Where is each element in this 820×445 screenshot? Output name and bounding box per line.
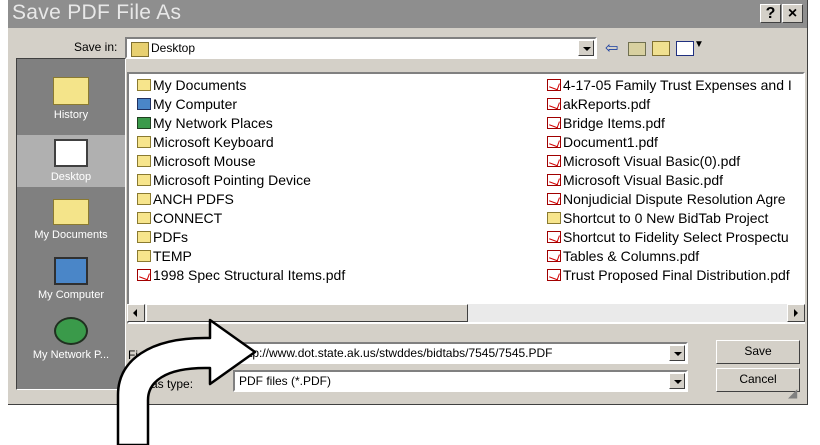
curved-arrow-icon xyxy=(116,318,257,445)
annotation-arrow-overlay xyxy=(116,318,257,445)
